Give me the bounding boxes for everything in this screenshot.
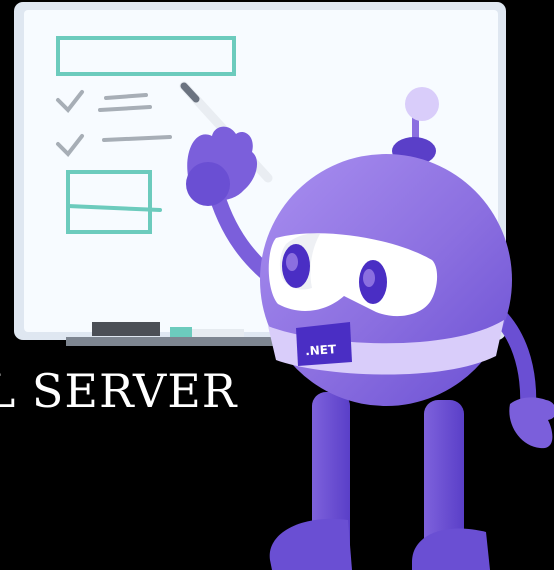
eraser: [92, 322, 160, 336]
caption-text: QL SERVER: [0, 364, 238, 418]
dotnet-bot-illustration: .NET QL SERVER: [0, 0, 554, 570]
marker-cap: [170, 327, 192, 337]
dotnet-badge-label: .NET: [305, 342, 338, 358]
robot-body: .NET: [260, 154, 512, 406]
eye-highlight: [363, 269, 375, 287]
robot-left-foot: [269, 518, 352, 570]
antenna-bulb: [405, 87, 439, 121]
marker-body: [192, 329, 244, 337]
eye-highlight: [286, 253, 298, 271]
illustration-canvas: .NET: [14, 2, 554, 570]
robot-wrist: [186, 162, 230, 206]
robot-legs: [269, 392, 490, 570]
robot-right-foot: [412, 528, 490, 570]
robot-lowered-hand: [509, 397, 554, 449]
